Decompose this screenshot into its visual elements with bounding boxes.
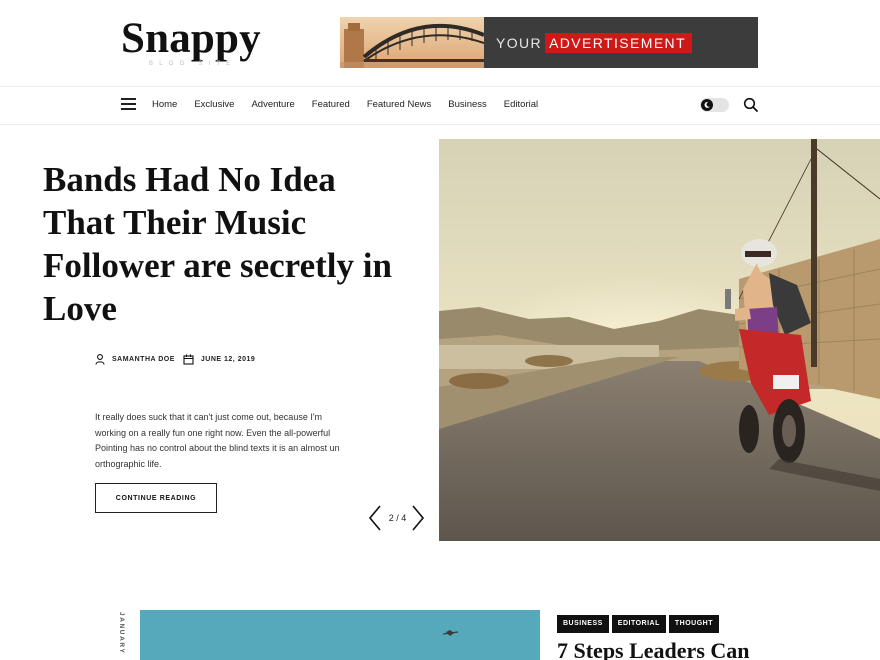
- post-date[interactable]: JUNE 12, 2019: [201, 356, 255, 363]
- calendar-icon: [183, 354, 194, 365]
- chevron-left-icon[interactable]: [368, 505, 382, 531]
- ad-bridge-image: [340, 17, 484, 68]
- nav-item-home[interactable]: Home: [152, 99, 177, 110]
- user-icon: [95, 354, 105, 365]
- hamburger-menu-icon[interactable]: [121, 98, 136, 110]
- nav-item-featured-news[interactable]: Featured News: [367, 99, 431, 110]
- dark-mode-toggle[interactable]: [700, 98, 729, 112]
- hero-image[interactable]: [439, 139, 880, 541]
- nav-item-business[interactable]: Business: [448, 99, 487, 110]
- tag-editorial[interactable]: EDITORIAL: [611, 615, 666, 633]
- slider-navigation: 2 / 4: [368, 505, 426, 531]
- ad-advertisement-label: ADVERTISEMENT: [545, 32, 693, 53]
- nav-item-adventure[interactable]: Adventure: [251, 99, 294, 110]
- hero-title[interactable]: Bands Had No Idea That Their Music Follo…: [43, 158, 403, 330]
- nav-links: Home Exclusive Adventure Featured Featur…: [152, 99, 555, 110]
- main-navigation: Home Exclusive Adventure Featured Featur…: [0, 86, 880, 125]
- category-tags: BUSINESS EDITORIAL THOUGHT: [557, 615, 720, 633]
- post-date-vertical: JANUARY: [113, 612, 127, 660]
- post-excerpt: It really does suck that it can't just c…: [95, 412, 340, 469]
- moon-icon: [701, 99, 713, 111]
- search-icon[interactable]: [743, 97, 759, 113]
- tag-business[interactable]: BUSINESS: [557, 615, 609, 633]
- chevron-right-icon[interactable]: [411, 505, 425, 531]
- nav-item-editorial[interactable]: Editorial: [504, 99, 538, 110]
- article-image[interactable]: [140, 610, 540, 660]
- post-month: JANUARY: [118, 612, 125, 655]
- slide-counter: 2 / 4: [388, 513, 407, 523]
- advertisement-banner[interactable]: YOUR ADVERTISEMENT: [340, 17, 758, 68]
- article-title[interactable]: 7 Steps Leaders Can: [557, 638, 750, 660]
- ad-text-area: YOUR ADVERTISEMENT: [484, 17, 758, 68]
- site-logo[interactable]: Snappy BLOG SITE: [121, 16, 271, 71]
- logo-tagline: BLOG SITE: [149, 61, 237, 67]
- continue-reading-button[interactable]: CONTINUE READING: [95, 483, 217, 513]
- logo-text: Snappy: [121, 15, 261, 62]
- ad-your-text: YOUR: [496, 34, 543, 51]
- nav-item-featured[interactable]: Featured: [312, 99, 350, 110]
- post-meta: SAMANTHA DOE JUNE 12, 2019: [95, 354, 255, 365]
- nav-item-exclusive[interactable]: Exclusive: [194, 99, 234, 110]
- post-author[interactable]: SAMANTHA DOE: [112, 356, 175, 363]
- tag-thought[interactable]: THOUGHT: [668, 615, 720, 633]
